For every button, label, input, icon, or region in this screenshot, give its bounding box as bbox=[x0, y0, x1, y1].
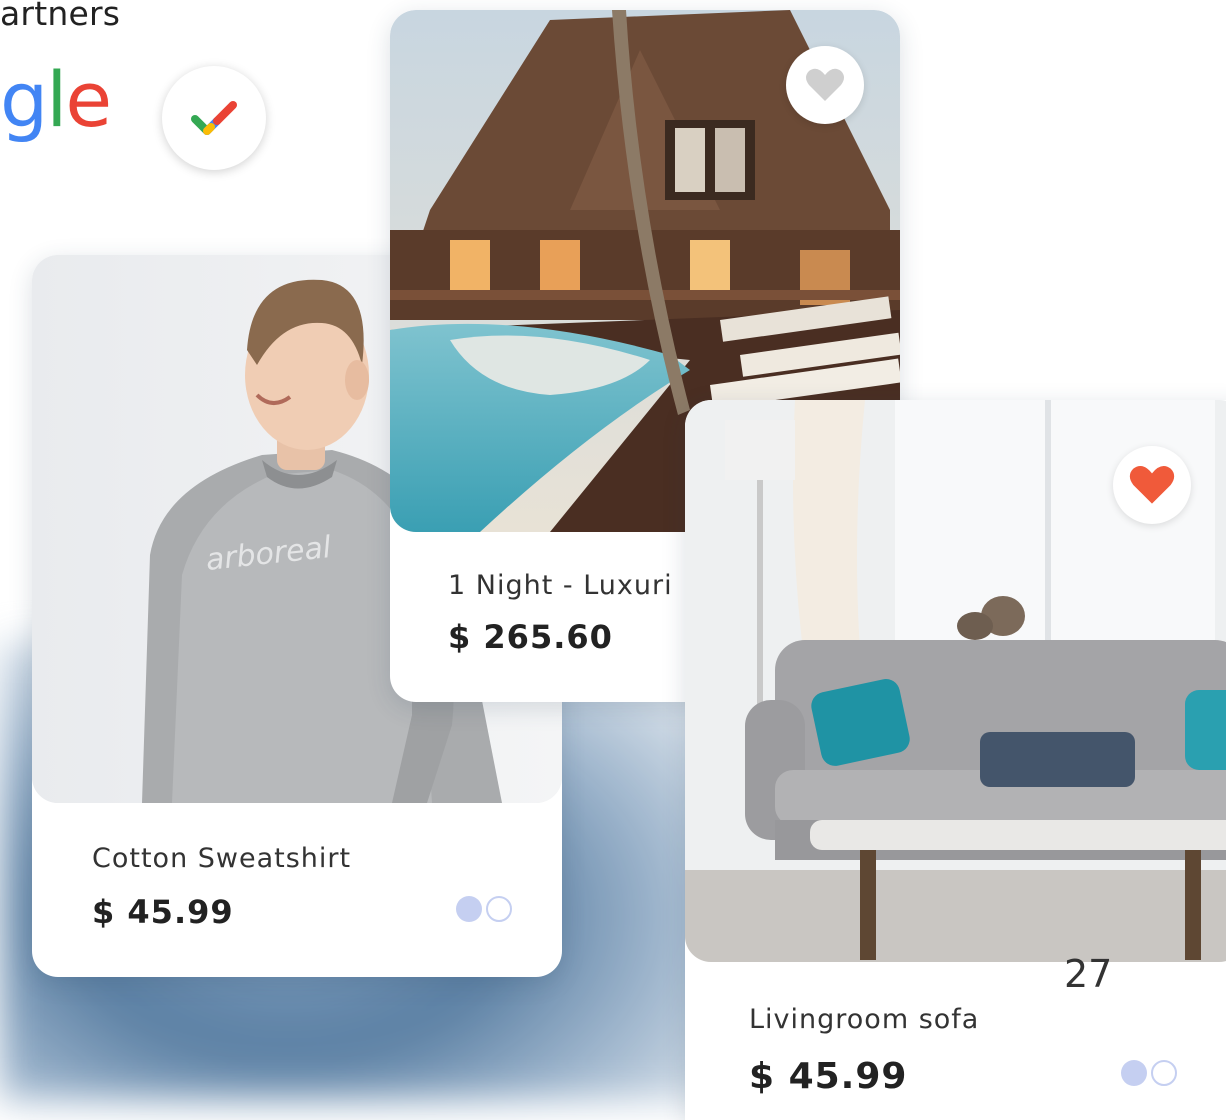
heart-icon bbox=[1129, 466, 1175, 504]
product-price: $ 45.99 bbox=[749, 1056, 908, 1097]
product-title: 1 Night - Luxuri bbox=[448, 570, 673, 601]
product-price: $ 45.99 bbox=[92, 893, 234, 931]
google-letter-l: l bbox=[46, 55, 67, 144]
heart-icon bbox=[806, 68, 844, 101]
carousel-dot[interactable] bbox=[486, 896, 512, 922]
partners-heading: artners bbox=[0, 0, 121, 33]
page-number: 27 bbox=[1064, 952, 1113, 996]
google-letter-g: g bbox=[0, 55, 48, 144]
verified-check-icon bbox=[162, 66, 266, 170]
google-logo: gle bbox=[0, 62, 112, 138]
carousel-dots bbox=[1121, 1060, 1177, 1086]
favorite-button-active[interactable] bbox=[1113, 446, 1191, 524]
carousel-dots bbox=[456, 896, 512, 922]
carousel-dot-active[interactable] bbox=[1121, 1060, 1147, 1086]
google-letter-e: e bbox=[65, 55, 112, 144]
product-title: Cotton Sweatshirt bbox=[92, 843, 352, 874]
carousel-dot[interactable] bbox=[1151, 1060, 1177, 1086]
product-card-sofa[interactable]: Livingroom sofa $ 45.99 bbox=[685, 400, 1226, 1120]
product-title: Livingroom sofa bbox=[749, 1004, 980, 1035]
carousel-dot-active[interactable] bbox=[456, 896, 482, 922]
favorite-button[interactable] bbox=[786, 46, 864, 124]
product-price: $ 265.60 bbox=[448, 618, 613, 656]
